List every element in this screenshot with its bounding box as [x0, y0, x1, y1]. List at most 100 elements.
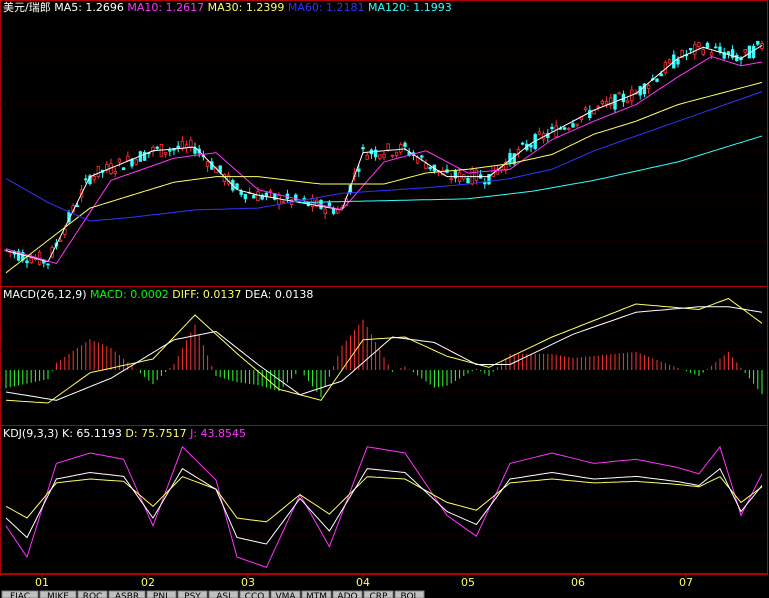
- legend-title: MACD(26,12,9): [3, 288, 90, 301]
- tab-ado[interactable]: ADO: [332, 590, 363, 598]
- candle-body: [718, 46, 722, 53]
- candle-body: [537, 131, 542, 135]
- tab-label: PSY: [184, 592, 201, 598]
- candle-body: [688, 48, 693, 51]
- tab-bol[interactable]: BOL: [394, 590, 425, 598]
- candle-body: [281, 201, 285, 204]
- tab-psy[interactable]: PSY: [177, 590, 208, 598]
- tab-crp[interactable]: CRP: [363, 590, 394, 598]
- candle-body: [571, 123, 575, 128]
- candle-body: [714, 46, 718, 49]
- candle-body: [399, 144, 403, 153]
- tab-fiac[interactable]: FIAC: [1, 590, 39, 598]
- candle-body: [386, 143, 390, 151]
- candle-body: [466, 178, 470, 184]
- candle-body: [529, 144, 533, 148]
- tab-cco[interactable]: CCO: [239, 590, 270, 598]
- tab-label: MTM: [306, 592, 327, 598]
- indicator-tab-bar[interactable]: FIAC MIKE ROC ASBR PNL PSY ASI CCO VMA MTM ADO CRP B…: [1, 590, 425, 598]
- candle-body: [705, 42, 710, 48]
- candle-body: [126, 155, 130, 161]
- candle-body: [357, 168, 361, 172]
- legend-ma120: MA120: 1.1993: [368, 1, 452, 14]
- candle-body: [726, 51, 731, 55]
- tab-label: ROC: [83, 592, 103, 598]
- candle-body: [29, 257, 33, 264]
- candle-body: [361, 147, 365, 150]
- x-tick-label: 06: [571, 576, 585, 589]
- candle-body: [697, 42, 701, 47]
- kdj-d-line: [5, 476, 763, 523]
- legend-macd: MACD: 0.0002: [90, 288, 172, 301]
- candle-body: [277, 195, 281, 205]
- candle-body: [655, 78, 659, 82]
- candle-body: [25, 260, 29, 264]
- candle-body: [378, 154, 382, 159]
- tab-label: ADO: [337, 592, 357, 598]
- legend-title: 美元/瑞郎: [3, 0, 54, 14]
- macd-dea-line: [5, 306, 763, 401]
- macd-histogram: [5, 319, 763, 398]
- tab-roc[interactable]: ROC: [77, 590, 108, 598]
- tab-label: PNL: [153, 592, 170, 598]
- x-tick-label: 02: [141, 576, 155, 589]
- candle-body: [693, 44, 697, 55]
- candle-body: [604, 100, 609, 105]
- legend-ma5: MA5: 1.2696: [54, 1, 127, 14]
- candle-body: [168, 149, 172, 152]
- x-tick-label: 01: [35, 576, 49, 589]
- tab-label: ASI: [216, 592, 231, 598]
- candle-body: [193, 147, 197, 154]
- tab-vma[interactable]: VMA: [270, 590, 301, 598]
- candle-body: [84, 178, 88, 181]
- candle-body: [508, 152, 512, 164]
- candle-body: [235, 183, 239, 189]
- candle-body: [390, 154, 395, 157]
- candle-body: [474, 169, 479, 181]
- candles: [4, 40, 764, 270]
- legend-d: D: 75.7517: [125, 427, 190, 440]
- candle-body: [96, 166, 101, 178]
- tab-mike[interactable]: MIKE: [39, 590, 77, 598]
- kdj-lines: [5, 445, 763, 569]
- candle-body: [205, 161, 210, 167]
- candle-body: [424, 163, 428, 170]
- legend-dea: DEA: 0.0138: [245, 288, 313, 301]
- x-tick-label: 07: [679, 576, 693, 589]
- candle-body: [268, 190, 273, 193]
- candle-body: [46, 263, 50, 266]
- candle-body: [667, 59, 672, 64]
- candle-body: [163, 152, 168, 155]
- candle-body: [600, 100, 605, 105]
- candle-body: [394, 151, 399, 156]
- kdj-j-line: [5, 445, 763, 569]
- candle-body: [567, 127, 571, 130]
- tab-asi[interactable]: ASI: [208, 590, 239, 598]
- tab-label: CCO: [245, 592, 265, 598]
- candle-body: [617, 92, 621, 95]
- candle-body: [327, 202, 332, 207]
- x-tick-label: 03: [241, 576, 255, 589]
- candle-body: [256, 191, 260, 202]
- legend-ma10: MA10: 1.2617: [127, 1, 207, 14]
- candle-body: [365, 154, 369, 160]
- candle-body: [420, 155, 424, 158]
- kdj-k-line: [5, 467, 763, 545]
- candle-body: [382, 153, 386, 158]
- x-tick-label: 05: [461, 576, 475, 589]
- candle-body: [676, 59, 680, 65]
- tab-label: VMA: [275, 592, 296, 598]
- tab-asbr[interactable]: ASBR: [108, 590, 146, 598]
- x-tick-label: 04: [356, 576, 370, 589]
- candle-body: [756, 40, 760, 45]
- candle-body: [596, 105, 600, 108]
- candle-body: [550, 126, 554, 130]
- chart-canvas: 美元/瑞郎 MA5: 1.2696 MA10: 1.2617 MA30: 1.2…: [0, 0, 768, 598]
- candle-body: [113, 171, 117, 174]
- tab-mtm[interactable]: MTM: [301, 590, 332, 598]
- candle-body: [735, 54, 739, 62]
- tab-label: FIAC: [10, 592, 30, 598]
- candle-body: [520, 142, 525, 145]
- candle-body: [428, 166, 432, 170]
- tab-pnl[interactable]: PNL: [146, 590, 177, 598]
